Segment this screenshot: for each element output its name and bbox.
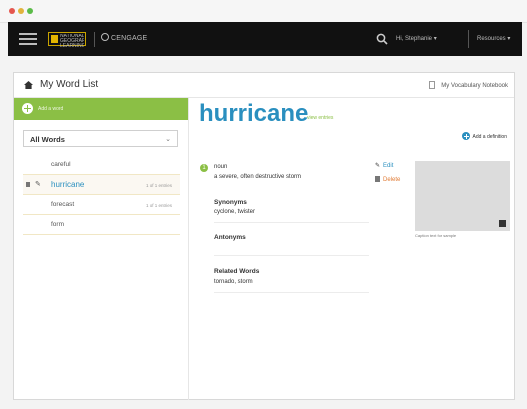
plus-circle-icon — [22, 103, 33, 114]
definition-image[interactable] — [415, 161, 510, 231]
nav-divider — [468, 30, 469, 48]
image-caption: Caption text for sample — [415, 233, 457, 238]
word-filter-select[interactable]: All Words ⌄ — [23, 130, 178, 147]
headword-title: hurricane — [199, 100, 309, 127]
synonyms-value: cyclone, twister — [214, 209, 256, 215]
notebook-icon — [429, 81, 436, 89]
add-word-button[interactable]: Add a word — [14, 98, 188, 120]
top-navigation-bar: NATIONAL GEOGRAPHIC LEARNING CENGAGE Hi,… — [8, 22, 522, 56]
trash-icon[interactable] — [26, 182, 30, 187]
hamburger-menu-icon[interactable] — [19, 33, 37, 45]
word-list-item[interactable]: forecast 1 of 1 entries — [23, 195, 180, 215]
edit-definition-button[interactable]: ✎ Edit — [375, 162, 393, 169]
section-divider — [214, 255, 369, 256]
add-word-label: Add a word — [38, 106, 64, 112]
resources-label: Resources — [477, 36, 506, 42]
national-geographic-logo: NATIONAL GEOGRAPHIC LEARNING — [48, 32, 86, 49]
cengage-logo: CENGAGE — [101, 33, 147, 42]
antonyms-heading: Antonyms — [214, 234, 246, 241]
home-icon[interactable] — [24, 81, 33, 89]
word-list-item[interactable]: careful — [23, 155, 180, 175]
word-filter-value: All Words — [30, 135, 65, 144]
word-list-item[interactable]: form — [23, 215, 180, 235]
word-sidebar: Add a word All Words ⌄ careful ✎ hurrica… — [14, 98, 189, 400]
section-divider — [214, 292, 369, 293]
word-label: careful — [51, 161, 71, 168]
section-divider — [214, 222, 369, 223]
pencil-icon[interactable]: ✎ — [35, 180, 41, 188]
word-entry-panel: hurricane view entries Add a definition … — [189, 98, 514, 400]
word-label: hurricane — [51, 180, 85, 189]
related-words-heading: Related Words — [214, 268, 260, 275]
definition-number-badge: 1 — [200, 164, 208, 172]
word-entry-count: 1 of 1 entries — [145, 203, 172, 208]
vocabulary-notebook-link[interactable]: My Vocabulary Notebook — [429, 81, 508, 89]
minimize-window-button[interactable] — [18, 8, 24, 14]
chevron-down-icon: ▾ — [507, 36, 511, 42]
resources-menu[interactable]: Resources ▾ — [477, 35, 510, 42]
search-icon[interactable] — [376, 33, 388, 45]
delete-label: Delete — [383, 177, 401, 183]
close-window-button[interactable] — [9, 8, 15, 14]
cengage-label: CENGAGE — [111, 35, 148, 42]
vocabulary-notebook-label: My Vocabulary Notebook — [441, 83, 508, 89]
part-of-speech: noun — [214, 164, 228, 170]
word-entry-count: 1 of 1 entries — [145, 183, 172, 188]
definition-text: a severe, often destructive storm — [214, 174, 302, 180]
chevron-down-icon: ⌄ — [165, 136, 171, 143]
maximize-window-button[interactable] — [27, 8, 33, 14]
edit-label: Edit — [383, 163, 394, 169]
delete-definition-button[interactable]: Delete — [375, 176, 400, 183]
trash-icon — [375, 176, 380, 182]
pencil-icon: ✎ — [375, 163, 381, 169]
related-words-value: tornado, storm — [214, 279, 253, 285]
view-entries-link[interactable]: view entries — [307, 115, 333, 121]
chevron-down-icon: ▾ — [433, 36, 437, 42]
expand-image-icon[interactable] — [499, 220, 506, 227]
word-list-item-selected[interactable]: ✎ hurricane 1 of 1 entries — [23, 175, 180, 195]
window-chrome — [0, 0, 527, 23]
word-label: form — [51, 221, 64, 228]
logo-divider — [94, 32, 95, 47]
cengage-mark-icon — [101, 33, 109, 41]
plus-circle-icon — [461, 132, 470, 140]
synonyms-heading: Synonyms — [214, 199, 247, 206]
word-label: forecast — [51, 201, 75, 208]
page-title: My Word List — [40, 79, 99, 90]
add-definition-label: Add a definition — [472, 134, 507, 140]
add-definition-button[interactable]: Add a definition — [461, 132, 507, 140]
user-menu-label: Hi, Stephanie — [396, 36, 433, 42]
panel-header: My Word List My Vocabulary Notebook — [14, 73, 514, 98]
user-menu[interactable]: Hi, Stephanie ▾ — [396, 35, 437, 42]
word-list-panel: My Word List My Vocabulary Notebook Add … — [13, 72, 515, 400]
